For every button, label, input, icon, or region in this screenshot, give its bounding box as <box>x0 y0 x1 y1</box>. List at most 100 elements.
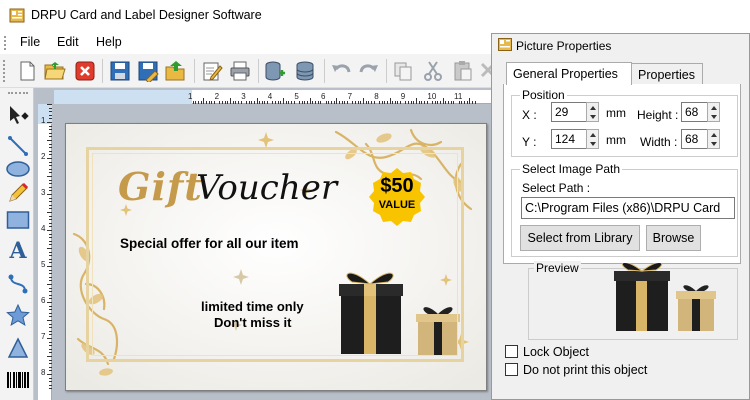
menu-file[interactable]: File <box>20 35 40 49</box>
undo-icon[interactable] <box>328 58 354 84</box>
ruler-tick <box>221 101 223 104</box>
line-icon[interactable] <box>6 134 30 158</box>
browse-button[interactable]: Browse <box>646 225 701 251</box>
ruler-tick <box>49 237 52 239</box>
lock-object-checkbox[interactable] <box>505 345 518 358</box>
offer-text[interactable]: Special offer for all our item <box>120 236 299 251</box>
save-as-icon[interactable] <box>135 58 161 84</box>
ruler-label: 8 <box>374 92 379 101</box>
ruler-tick <box>49 280 52 282</box>
ruler-tick <box>320 101 322 104</box>
ruler-tick <box>49 172 52 174</box>
limited-time-text[interactable]: limited time only <box>201 299 304 314</box>
preview-label: Preview <box>534 261 581 275</box>
tab-properties[interactable]: Properties <box>631 63 703 85</box>
database-add-icon[interactable] <box>262 58 288 84</box>
rectangle-icon[interactable] <box>6 208 30 232</box>
width-spinner[interactable] <box>707 129 720 149</box>
app-icon <box>9 8 25 23</box>
ruler-tick <box>49 215 52 217</box>
ruler-tick <box>200 101 202 104</box>
ruler-tick <box>49 345 52 347</box>
ruler-label: 10 <box>427 92 437 101</box>
ruler-tick <box>49 341 52 343</box>
ruler-tick <box>49 168 52 170</box>
y-spinner[interactable] <box>586 129 599 149</box>
redo-icon[interactable] <box>356 58 382 84</box>
ruler-tick <box>49 255 52 257</box>
voucher-heading[interactable]: Voucher <box>196 168 337 208</box>
copy-icon[interactable] <box>390 58 416 84</box>
height-input[interactable]: 68 <box>681 102 708 122</box>
ruler-label: 11 <box>454 92 463 101</box>
pencil-icon[interactable] <box>6 181 30 205</box>
position-group-label: Position <box>520 88 567 102</box>
ellipse-icon[interactable] <box>6 157 30 181</box>
ruler-label: 4 <box>267 92 273 101</box>
x-spinner[interactable] <box>586 102 599 122</box>
x-input[interactable]: 29 <box>551 102 587 122</box>
select-icon[interactable] <box>6 103 30 127</box>
ruler-tick <box>458 101 460 104</box>
ruler-tick <box>49 305 52 307</box>
ruler-tick <box>400 101 402 104</box>
curve-icon[interactable] <box>6 272 30 296</box>
ruler-tick <box>47 248 52 249</box>
image-path-group-label: Select Image Path <box>520 162 623 176</box>
open-icon[interactable] <box>42 58 68 84</box>
badge-value-label: VALUE <box>378 199 416 211</box>
gift-heading[interactable]: Gift <box>118 164 203 209</box>
ruler-tick <box>227 101 229 104</box>
ruler-tick <box>47 356 52 357</box>
save-icon[interactable] <box>107 58 133 84</box>
ruler-label: 6 <box>41 296 46 305</box>
ruler-tick <box>421 101 423 104</box>
ruler-tick <box>49 118 52 120</box>
ruler-tick <box>299 101 301 104</box>
database-icon[interactable] <box>292 58 318 84</box>
ruler-tick <box>245 101 247 104</box>
star-icon[interactable] <box>6 303 30 327</box>
ruler-tick <box>474 101 476 104</box>
ruler-tick <box>49 273 52 275</box>
ruler-tick <box>211 101 213 104</box>
ruler-tick <box>49 370 52 372</box>
dont-miss-text[interactable]: Don't miss it <box>214 315 292 330</box>
close-icon[interactable] <box>72 58 98 84</box>
ruler-tick <box>49 179 52 181</box>
edit-icon[interactable] <box>199 58 225 84</box>
menu-edit[interactable]: Edit <box>57 35 79 49</box>
select-from-library-button[interactable]: Select from Library <box>520 225 640 251</box>
ruler-ticks: 1 2 3 4 5 6 7 8 9 10 11 <box>188 90 490 104</box>
ruler-label: 9 <box>400 92 406 101</box>
ruler-tick <box>49 363 52 365</box>
ruler-tick <box>47 230 52 231</box>
tab-general-properties[interactable]: General Properties <box>506 62 632 85</box>
ruler-tick <box>389 98 391 104</box>
ruler-tick <box>49 330 52 332</box>
export-icon[interactable] <box>163 58 189 84</box>
ruler-tick <box>47 104 52 105</box>
ruler-tick <box>47 374 52 375</box>
do-not-print-checkbox[interactable] <box>505 363 518 376</box>
ruler-tick <box>49 269 52 271</box>
barcode-icon[interactable] <box>6 368 30 392</box>
menu-help[interactable]: Help <box>96 35 122 49</box>
ruler-tick <box>49 114 52 116</box>
text-icon[interactable]: A <box>6 238 30 264</box>
ruler-tick <box>469 98 471 104</box>
ruler-tick <box>413 101 415 104</box>
ruler-tick <box>205 101 207 104</box>
ruler-tick <box>213 101 215 104</box>
image-path-field[interactable]: C:\Program Files (x86)\DRPU Card <box>521 197 735 219</box>
ruler-tick <box>315 101 317 104</box>
print-icon[interactable] <box>227 58 253 84</box>
cut-icon[interactable] <box>420 58 446 84</box>
ruler-tick <box>240 101 242 104</box>
paste-icon[interactable] <box>450 58 476 84</box>
y-input[interactable]: 124 <box>551 129 587 149</box>
width-input[interactable]: 68 <box>681 129 708 149</box>
height-spinner[interactable] <box>707 102 720 122</box>
triangle-icon[interactable] <box>6 336 30 360</box>
new-icon[interactable] <box>14 58 40 84</box>
